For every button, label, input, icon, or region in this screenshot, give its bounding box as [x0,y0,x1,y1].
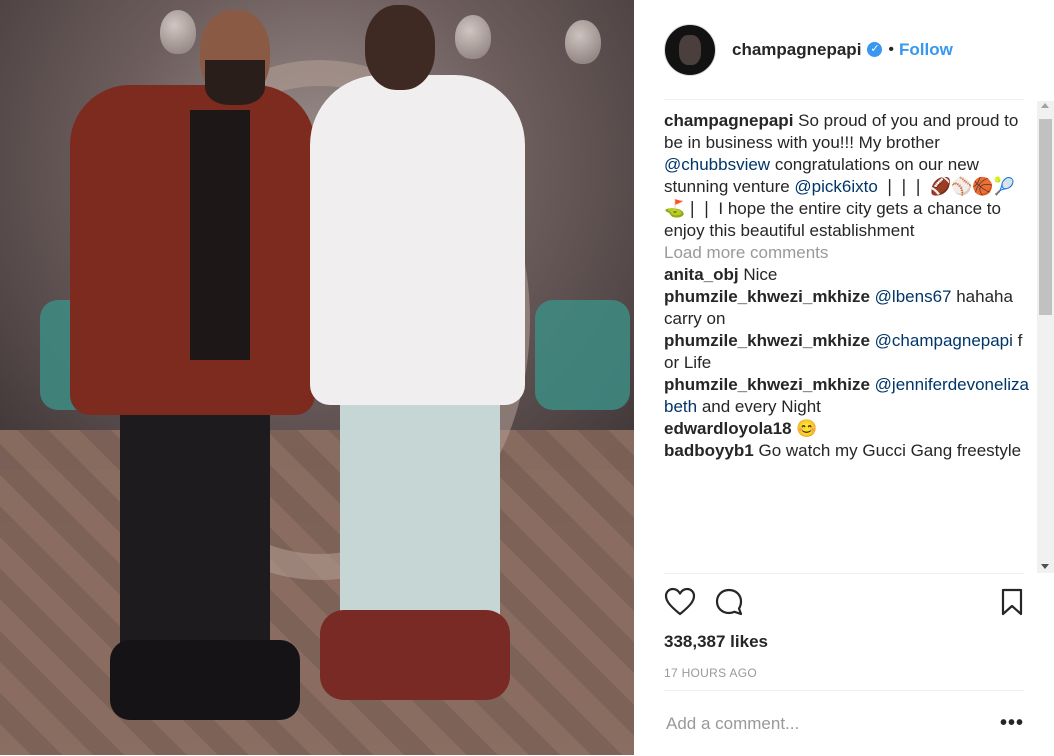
header-username[interactable]: champagnepapi [732,40,861,60]
comment-item: badboyyb1 Go watch my Gucci Gang freesty… [664,440,1030,462]
person-left-shirt [190,110,250,360]
heart-icon[interactable] [664,587,696,617]
photo-bulb [160,10,196,54]
caption-mention[interactable]: @pick6ixto [794,177,877,196]
comment-username[interactable]: phumzile_khwezi_mkhize [664,375,870,394]
scroll-up-arrow-icon[interactable] [1041,103,1049,108]
person-right-shoes [320,610,510,700]
comment-text: Go watch my Gucci Gang freestyle [753,441,1022,460]
add-comment-bar: ••• [664,690,1024,756]
comment-username[interactable]: phumzile_khwezi_mkhize [664,287,870,306]
photo-bulb [565,20,601,64]
comment-mention[interactable]: @lbens67 [870,287,952,306]
comment-username[interactable]: anita_obj [664,265,739,284]
avatar[interactable] [664,23,716,76]
person-right-head [365,5,435,90]
person-left-shoes [110,640,300,720]
comment-text: 😊 [791,419,818,438]
more-options-icon[interactable]: ••• [1000,712,1024,735]
comment-text: Nice [738,265,778,284]
instagram-post: champagnepapi ✓ • Follow champagnepapi S… [0,0,1054,755]
bookmark-icon[interactable] [1000,588,1024,616]
comments-scrollbar[interactable] [1037,101,1054,573]
comment-username[interactable]: edwardloyola18 [664,419,792,438]
photo-chair [535,300,630,410]
photo-bulb [455,15,491,59]
verified-badge-icon: ✓ [867,42,883,57]
comment-item: phumzile_khwezi_mkhize @lbens67 hahaha c… [664,286,1030,330]
comment-item: edwardloyola18 😊 [664,418,1030,440]
comment-mention[interactable]: @champagnepapi [870,331,1013,350]
action-icons [664,574,1024,630]
comment-item: anita_obj Nice [664,264,1030,286]
comment-username[interactable]: phumzile_khwezi_mkhize [664,331,870,350]
post-actions: 338,387 likes 17 HOURS AGO [664,573,1024,680]
load-more-comments-button[interactable]: Load more comments [664,242,1030,264]
post-sidebar: champagnepapi ✓ • Follow champagnepapi S… [634,0,1054,755]
comment-item: phumzile_khwezi_mkhize @champagnepapi fo… [664,330,1030,374]
scroll-down-arrow-icon[interactable] [1041,564,1049,569]
post-header: champagnepapi ✓ • Follow [664,0,1024,100]
comment-item: phumzile_khwezi_mkhize @jenniferdevoneli… [664,374,1030,418]
caption-mention[interactable]: @chubbsview [664,155,770,174]
add-comment-input[interactable] [664,712,1000,735]
header-separator: • [888,40,895,58]
follow-button[interactable]: Follow [899,40,953,60]
caption-username[interactable]: champagnepapi [664,111,793,130]
person-right-shirt [310,75,525,405]
comments-list[interactable]: champagnepapi So proud of you and proud … [664,110,1030,572]
post-photo[interactable] [0,0,634,755]
person-left-beard [205,60,265,105]
comment-bubble-icon[interactable] [714,587,744,617]
likes-count[interactable]: 338,387 likes [664,632,1024,652]
scrollbar-thumb[interactable] [1039,119,1052,315]
post-caption: champagnepapi So proud of you and proud … [664,110,1030,242]
comment-username[interactable]: badboyyb1 [664,441,754,460]
post-timestamp: 17 HOURS AGO [664,666,757,680]
comment-text: and every Night [697,397,821,416]
